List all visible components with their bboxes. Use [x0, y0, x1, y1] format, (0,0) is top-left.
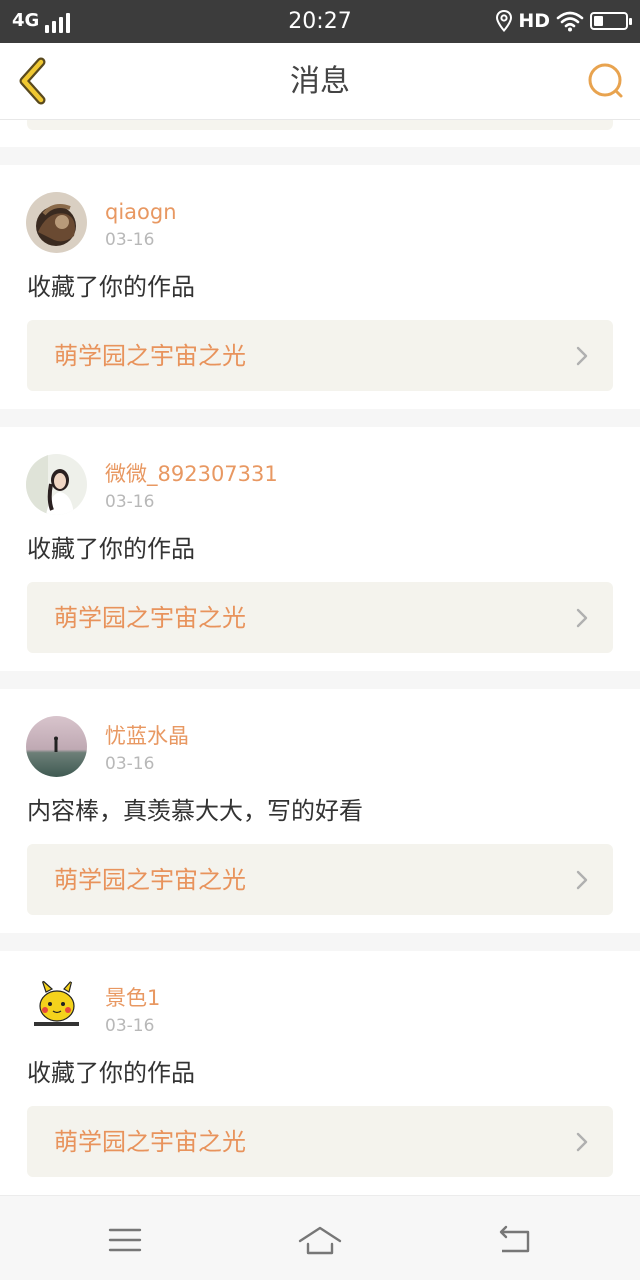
chevron-right-icon — [576, 346, 588, 366]
work-link-partial[interactable] — [27, 120, 613, 130]
list-item: 微微_892307331 03-16 收藏了你的作品 萌学园之宇宙之光 — [0, 427, 640, 671]
message-date: 03-16 — [105, 754, 155, 774]
work-link[interactable]: 萌学园之宇宙之光 — [27, 582, 613, 653]
list-item: 景色1 03-16 收藏了你的作品 萌学园之宇宙之光 — [0, 951, 640, 1195]
status-right: HD — [496, 8, 632, 34]
work-link[interactable]: 萌学园之宇宙之光 — [27, 1106, 613, 1177]
message-text: 内容棒，真羡慕大大，写的好看 — [27, 797, 363, 825]
home-button[interactable] — [297, 1224, 343, 1256]
username[interactable]: 景色1 — [105, 985, 160, 1011]
search-button[interactable] — [586, 61, 626, 101]
work-title: 萌学园之宇宙之光 — [54, 866, 246, 894]
message-date: 03-16 — [105, 230, 155, 250]
location-icon — [496, 10, 513, 32]
search-icon — [588, 63, 623, 98]
work-title: 萌学园之宇宙之光 — [54, 604, 246, 632]
username[interactable]: 微微_892307331 — [105, 461, 278, 487]
username[interactable]: qiaogn — [105, 199, 177, 225]
screen: 4G 20:27 HD 消息 qiaogn 03-16 收藏了你的作品 萌学园之… — [0, 0, 640, 1280]
work-link[interactable]: 萌学园之宇宙之光 — [27, 320, 613, 391]
back-nav-button[interactable] — [492, 1224, 538, 1256]
status-bar: 4G 20:27 HD — [0, 0, 640, 43]
wifi-icon — [556, 11, 584, 32]
back-icon — [499, 1225, 530, 1253]
avatar[interactable] — [26, 192, 87, 253]
list-item-partial — [0, 120, 640, 147]
battery-icon — [590, 12, 632, 30]
message-date: 03-16 — [105, 1016, 155, 1036]
avatar[interactable] — [26, 978, 87, 1039]
avatar[interactable] — [26, 716, 87, 777]
message-text: 收藏了你的作品 — [27, 1059, 195, 1087]
list-item: 忧蓝水晶 03-16 内容棒，真羡慕大大，写的好看 萌学园之宇宙之光 — [0, 689, 640, 933]
message-text: 收藏了你的作品 — [27, 535, 195, 563]
hd-indicator: HD — [518, 10, 550, 32]
work-title: 萌学园之宇宙之光 — [54, 1128, 246, 1156]
avatar[interactable] — [26, 454, 87, 515]
menu-button[interactable] — [102, 1224, 148, 1256]
system-nav-bar — [0, 1195, 640, 1280]
message-date: 03-16 — [105, 492, 155, 512]
list-item: qiaogn 03-16 收藏了你的作品 萌学园之宇宙之光 — [0, 165, 640, 409]
home-icon — [298, 1226, 342, 1255]
work-title: 萌学园之宇宙之光 — [54, 342, 246, 370]
username[interactable]: 忧蓝水晶 — [105, 723, 189, 749]
work-link[interactable]: 萌学园之宇宙之光 — [27, 844, 613, 915]
message-list[interactable]: qiaogn 03-16 收藏了你的作品 萌学园之宇宙之光 微微_8923073… — [0, 120, 640, 1195]
chevron-right-icon — [576, 1132, 588, 1152]
message-text: 收藏了你的作品 — [27, 273, 195, 301]
nav-bar: 消息 — [0, 43, 640, 120]
menu-icon — [108, 1228, 142, 1252]
chevron-right-icon — [576, 608, 588, 628]
page-title: 消息 — [290, 64, 350, 99]
chevron-right-icon — [576, 870, 588, 890]
